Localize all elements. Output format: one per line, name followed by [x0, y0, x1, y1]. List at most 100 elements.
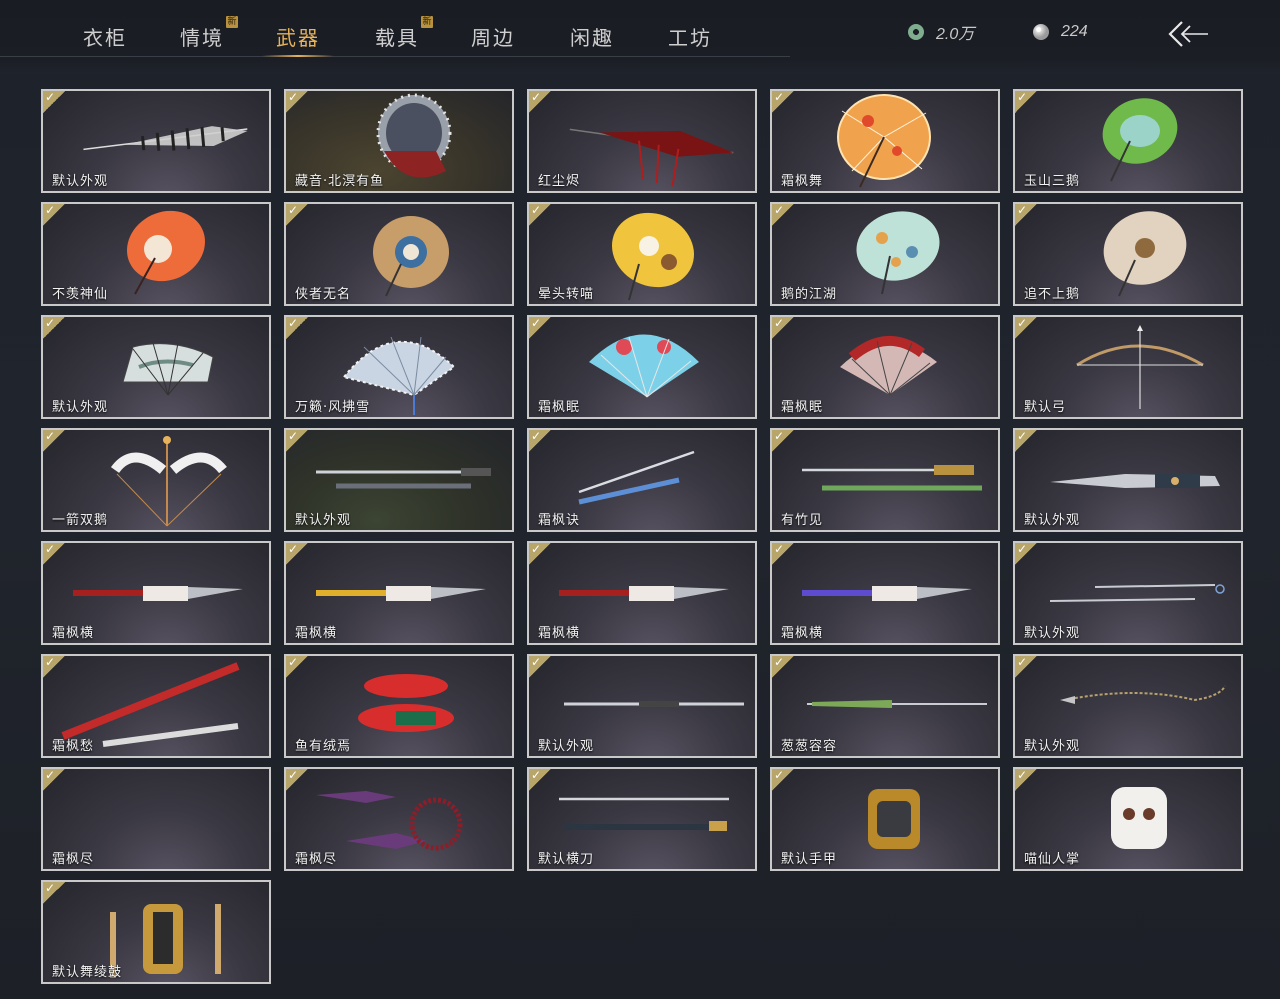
- tab-scene[interactable]: 情境新: [180, 16, 238, 50]
- weapon-card[interactable]: 万籁·风拂雪: [284, 315, 514, 419]
- weapon-card[interactable]: 葱葱容容: [770, 654, 1000, 758]
- weapon-card[interactable]: 追不上鹅: [1013, 202, 1243, 306]
- weapon-card[interactable]: 霜枫愁: [41, 654, 271, 758]
- weapon-name: 鱼有绒焉: [295, 739, 352, 754]
- weapon-card[interactable]: 霜枫眠: [527, 315, 757, 419]
- weapon-card[interactable]: 默认手甲: [770, 767, 1000, 871]
- weapon-card[interactable]: 晕头转喵: [527, 202, 757, 306]
- weapon-card[interactable]: 喵仙人掌: [1013, 767, 1243, 871]
- owned-check-icon: [529, 204, 551, 226]
- weapon-card[interactable]: 鹅的江湖: [770, 202, 1000, 306]
- weapon-card[interactable]: 霜枫尽: [41, 767, 271, 871]
- weapon-name: 追不上鹅: [1024, 287, 1081, 302]
- new-badge: 新: [421, 16, 433, 28]
- owned-check-icon: [1015, 91, 1037, 113]
- weapon-card[interactable]: 霜枫横: [527, 541, 757, 645]
- owned-check-icon: [772, 656, 794, 678]
- owned-check-icon: [1015, 204, 1037, 226]
- weapon-name: 红尘烬: [538, 174, 581, 189]
- pearl-icon: [1033, 24, 1049, 40]
- weapon-name: 默认手甲: [781, 852, 838, 867]
- owned-check-icon: [529, 656, 551, 678]
- weapon-card[interactable]: 霜枫横: [770, 541, 1000, 645]
- back-button[interactable]: [1166, 18, 1210, 50]
- owned-check-icon: [1015, 543, 1037, 565]
- weapon-card[interactable]: 霜枫横: [41, 541, 271, 645]
- weapon-card[interactable]: 霜枫眠: [770, 315, 1000, 419]
- weapon-card[interactable]: 默认外观: [1013, 654, 1243, 758]
- weapon-name: 霜枫诀: [538, 513, 581, 528]
- weapon-card[interactable]: 默认外观: [41, 89, 271, 193]
- weapon-name: 不羡神仙: [52, 287, 109, 302]
- weapon-card[interactable]: 默认舞绫鼓: [41, 880, 271, 984]
- tab-label: 闲趣: [570, 26, 614, 50]
- owned-check-icon: [286, 317, 308, 339]
- owned-check-icon: [286, 91, 308, 113]
- weapon-card[interactable]: 霜枫舞: [770, 89, 1000, 193]
- weapon-card[interactable]: 一箭双鹅: [41, 428, 271, 532]
- weapon-card[interactable]: 霜枫横: [284, 541, 514, 645]
- weapon-card[interactable]: 默认外观: [527, 654, 757, 758]
- pearl-currency: 224: [1033, 20, 1088, 44]
- weapon-name: 默认弓: [1024, 400, 1067, 415]
- owned-check-icon: [43, 317, 65, 339]
- top-bar: 衣柜 情境新 武器 载具新 周边 闲趣 工坊 2.0万 224: [0, 0, 1280, 74]
- weapon-card[interactable]: 默认外观: [41, 315, 271, 419]
- weapon-card[interactable]: 侠者无名: [284, 202, 514, 306]
- owned-check-icon: [43, 543, 65, 565]
- weapon-name: 有竹见: [781, 513, 824, 528]
- weapon-card[interactable]: 默认外观: [284, 428, 514, 532]
- weapon-name: 默认外观: [295, 513, 352, 528]
- tab-leisure[interactable]: 闲趣: [570, 22, 614, 50]
- weapon-name: 霜枫眠: [538, 400, 581, 415]
- owned-check-icon: [286, 656, 308, 678]
- owned-check-icon: [529, 317, 551, 339]
- pearl-amount: 224: [1061, 23, 1088, 40]
- weapon-card[interactable]: 鱼有绒焉: [284, 654, 514, 758]
- weapon-card[interactable]: 不羡神仙: [41, 202, 271, 306]
- owned-check-icon: [529, 543, 551, 565]
- weapon-card[interactable]: 默认横刀: [527, 767, 757, 871]
- jade-currency: 2.0万: [908, 20, 974, 44]
- owned-check-icon: [772, 317, 794, 339]
- owned-check-icon: [43, 656, 65, 678]
- weapon-card[interactable]: 有竹见: [770, 428, 1000, 532]
- weapon-name: 霜枫尽: [52, 852, 95, 867]
- weapon-name: 万籁·风拂雪: [295, 400, 371, 415]
- tab-label: 衣柜: [83, 26, 127, 50]
- weapon-name: 葱葱容容: [781, 739, 838, 754]
- owned-check-icon: [43, 204, 65, 226]
- tab-workshop[interactable]: 工坊: [668, 22, 712, 50]
- owned-check-icon: [43, 91, 65, 113]
- owned-check-icon: [286, 204, 308, 226]
- owned-check-icon: [772, 204, 794, 226]
- tab-wardrobe[interactable]: 衣柜: [83, 22, 127, 50]
- owned-check-icon: [529, 91, 551, 113]
- owned-check-icon: [286, 543, 308, 565]
- tab-label: 周边: [471, 26, 515, 50]
- tab-merch[interactable]: 周边: [471, 22, 515, 50]
- owned-check-icon: [286, 430, 308, 452]
- weapon-name: 藏音·北溟有鱼: [295, 174, 385, 189]
- weapon-name: 霜枫舞: [781, 174, 824, 189]
- tab-vehicles[interactable]: 载具新: [375, 16, 433, 50]
- owned-check-icon: [529, 769, 551, 791]
- weapon-name: 玉山三鹅: [1024, 174, 1081, 189]
- back-arrow-icon: [1168, 21, 1208, 47]
- weapon-card[interactable]: 默认外观: [1013, 541, 1243, 645]
- weapon-card[interactable]: 红尘烬: [527, 89, 757, 193]
- weapon-card[interactable]: 玉山三鹅: [1013, 89, 1243, 193]
- owned-check-icon: [529, 430, 551, 452]
- weapon-name: 默认外观: [1024, 513, 1081, 528]
- tab-weapons[interactable]: 武器: [262, 22, 334, 57]
- tab-label: 载具: [375, 26, 419, 50]
- weapon-name: 霜枫眠: [781, 400, 824, 415]
- weapon-name: 默认外观: [52, 174, 109, 189]
- weapon-name: 默认舞绫鼓: [52, 965, 123, 980]
- weapon-card[interactable]: 藏音·北溟有鱼: [284, 89, 514, 193]
- weapon-card[interactable]: 默认外观: [1013, 428, 1243, 532]
- weapon-card[interactable]: 默认弓: [1013, 315, 1243, 419]
- weapon-card[interactable]: 霜枫尽: [284, 767, 514, 871]
- owned-check-icon: [1015, 430, 1037, 452]
- weapon-card[interactable]: 霜枫诀: [527, 428, 757, 532]
